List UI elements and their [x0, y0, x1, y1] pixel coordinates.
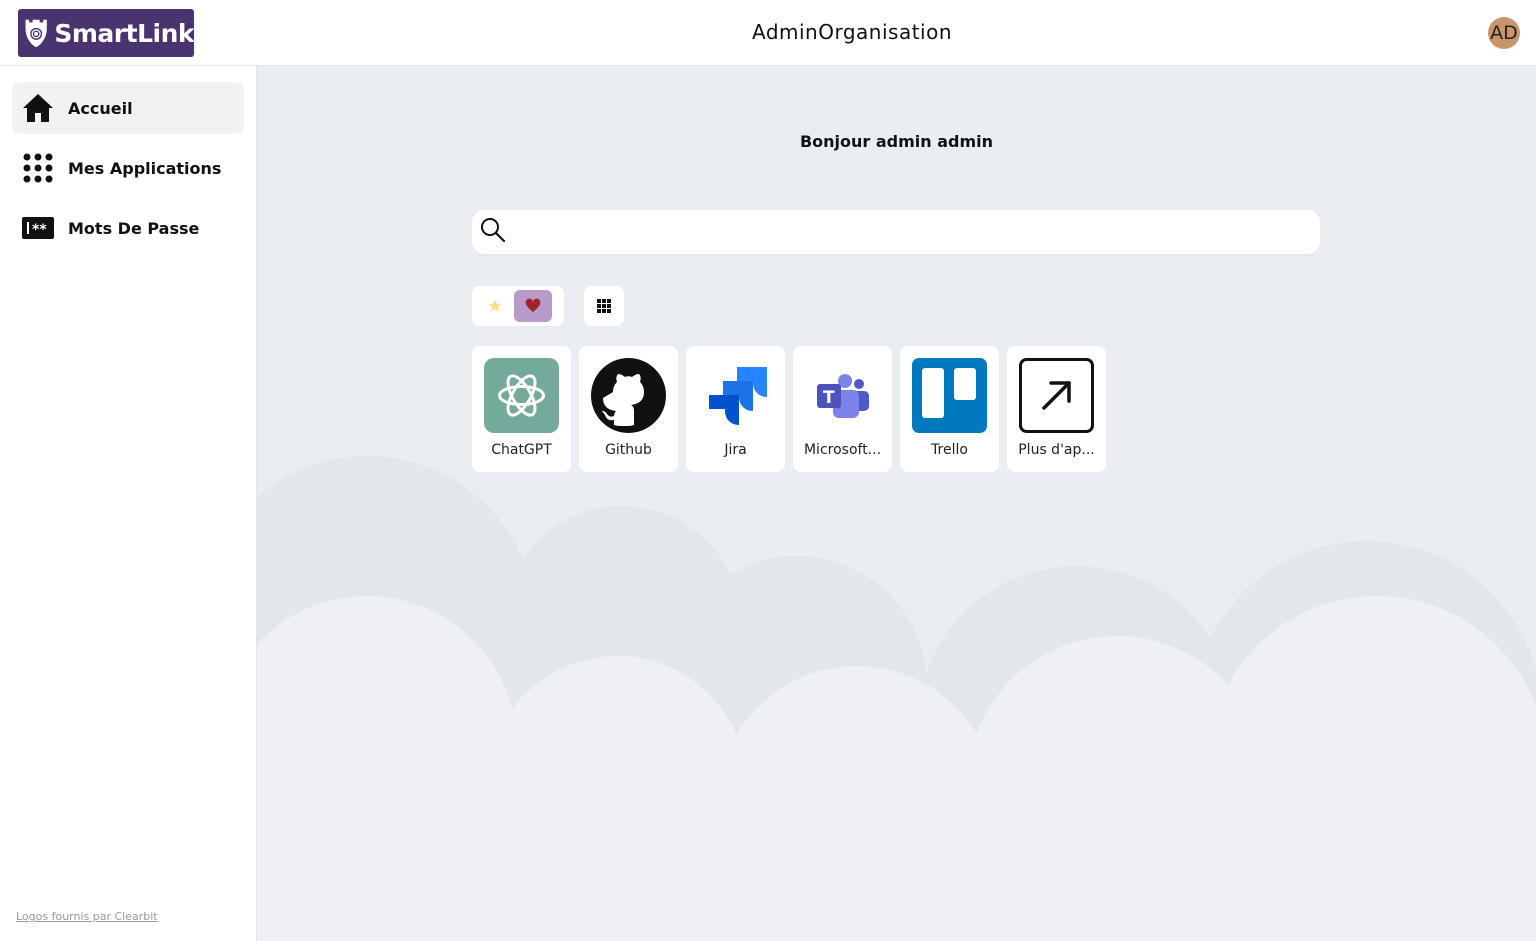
external-link-icon [1019, 358, 1094, 433]
chatgpt-logo [484, 358, 559, 433]
grid-view-button[interactable] [584, 286, 624, 326]
jira-logo [698, 358, 773, 433]
app-card-jira[interactable]: Jira [686, 346, 785, 472]
app-card-chatgpt[interactable]: ChatGPT [472, 346, 571, 472]
app-card-more-apps[interactable]: Plus d'ap... [1007, 346, 1106, 472]
sidebar-item-label: Mes Applications [68, 158, 222, 178]
search-bar [472, 210, 1320, 254]
github-logo [591, 358, 666, 433]
svg-text:T: T [823, 388, 835, 408]
app-name: Plus d'ap... [1018, 442, 1095, 458]
home-icon [22, 92, 54, 124]
search-input[interactable] [506, 210, 1320, 254]
app-card-github[interactable]: Github [579, 346, 678, 472]
shield-castle-icon [25, 19, 47, 48]
sidebar-item-label: Mots De Passe [68, 218, 200, 238]
star-icon [488, 299, 502, 312]
sidebar-item-mes-applications[interactable]: Mes Applications [12, 142, 244, 194]
microsoft-teams-logo: T [805, 358, 880, 433]
favorites-filter [472, 286, 564, 326]
password-icon: ** [22, 212, 54, 244]
grid-icon [597, 299, 611, 313]
smartlink-logo[interactable]: SmartLink [18, 9, 194, 57]
clearbit-credit-link[interactable]: Logos fournis par Clearbit [16, 910, 158, 923]
greeting-text: Bonjour admin admin [799, 132, 994, 151]
app-name: Microsoft... [803, 442, 882, 458]
app-name: Trello [931, 442, 968, 458]
main-content: Bonjour admin admin ChatGPT Github Jira … [257, 66, 1536, 941]
apps-grid-icon [22, 152, 54, 184]
heart-icon [525, 298, 541, 312]
app-name: ChatGPT [491, 442, 552, 458]
cloud-background [257, 456, 1536, 941]
search-icon [480, 217, 506, 247]
sidebar-item-mots-de-passe[interactable]: ** Mots De Passe [12, 202, 244, 254]
sidebar-item-accueil[interactable]: Accueil [12, 82, 244, 134]
top-bar: SmartLink AdminOrganisation AD [0, 0, 1536, 66]
favorites-heart-button[interactable] [514, 290, 552, 322]
organisation-title: AdminOrganisation [751, 20, 953, 44]
brand-name: SmartLink [54, 18, 194, 48]
trello-logo [912, 358, 987, 433]
svg-text:**: ** [32, 222, 47, 238]
favorites-star-button[interactable] [476, 290, 514, 322]
app-card-trello[interactable]: Trello [900, 346, 999, 472]
app-name: Jira [724, 442, 747, 458]
sidebar-item-label: Accueil [68, 98, 133, 118]
app-name: Github [605, 442, 652, 458]
sidebar: Accueil Mes Applications ** Mots De Pass… [0, 66, 257, 941]
app-list: ChatGPT Github Jira T Microsoft... Trell… [472, 346, 1106, 472]
user-avatar[interactable]: AD [1488, 17, 1520, 49]
app-card-microsoft-teams[interactable]: T Microsoft... [793, 346, 892, 472]
